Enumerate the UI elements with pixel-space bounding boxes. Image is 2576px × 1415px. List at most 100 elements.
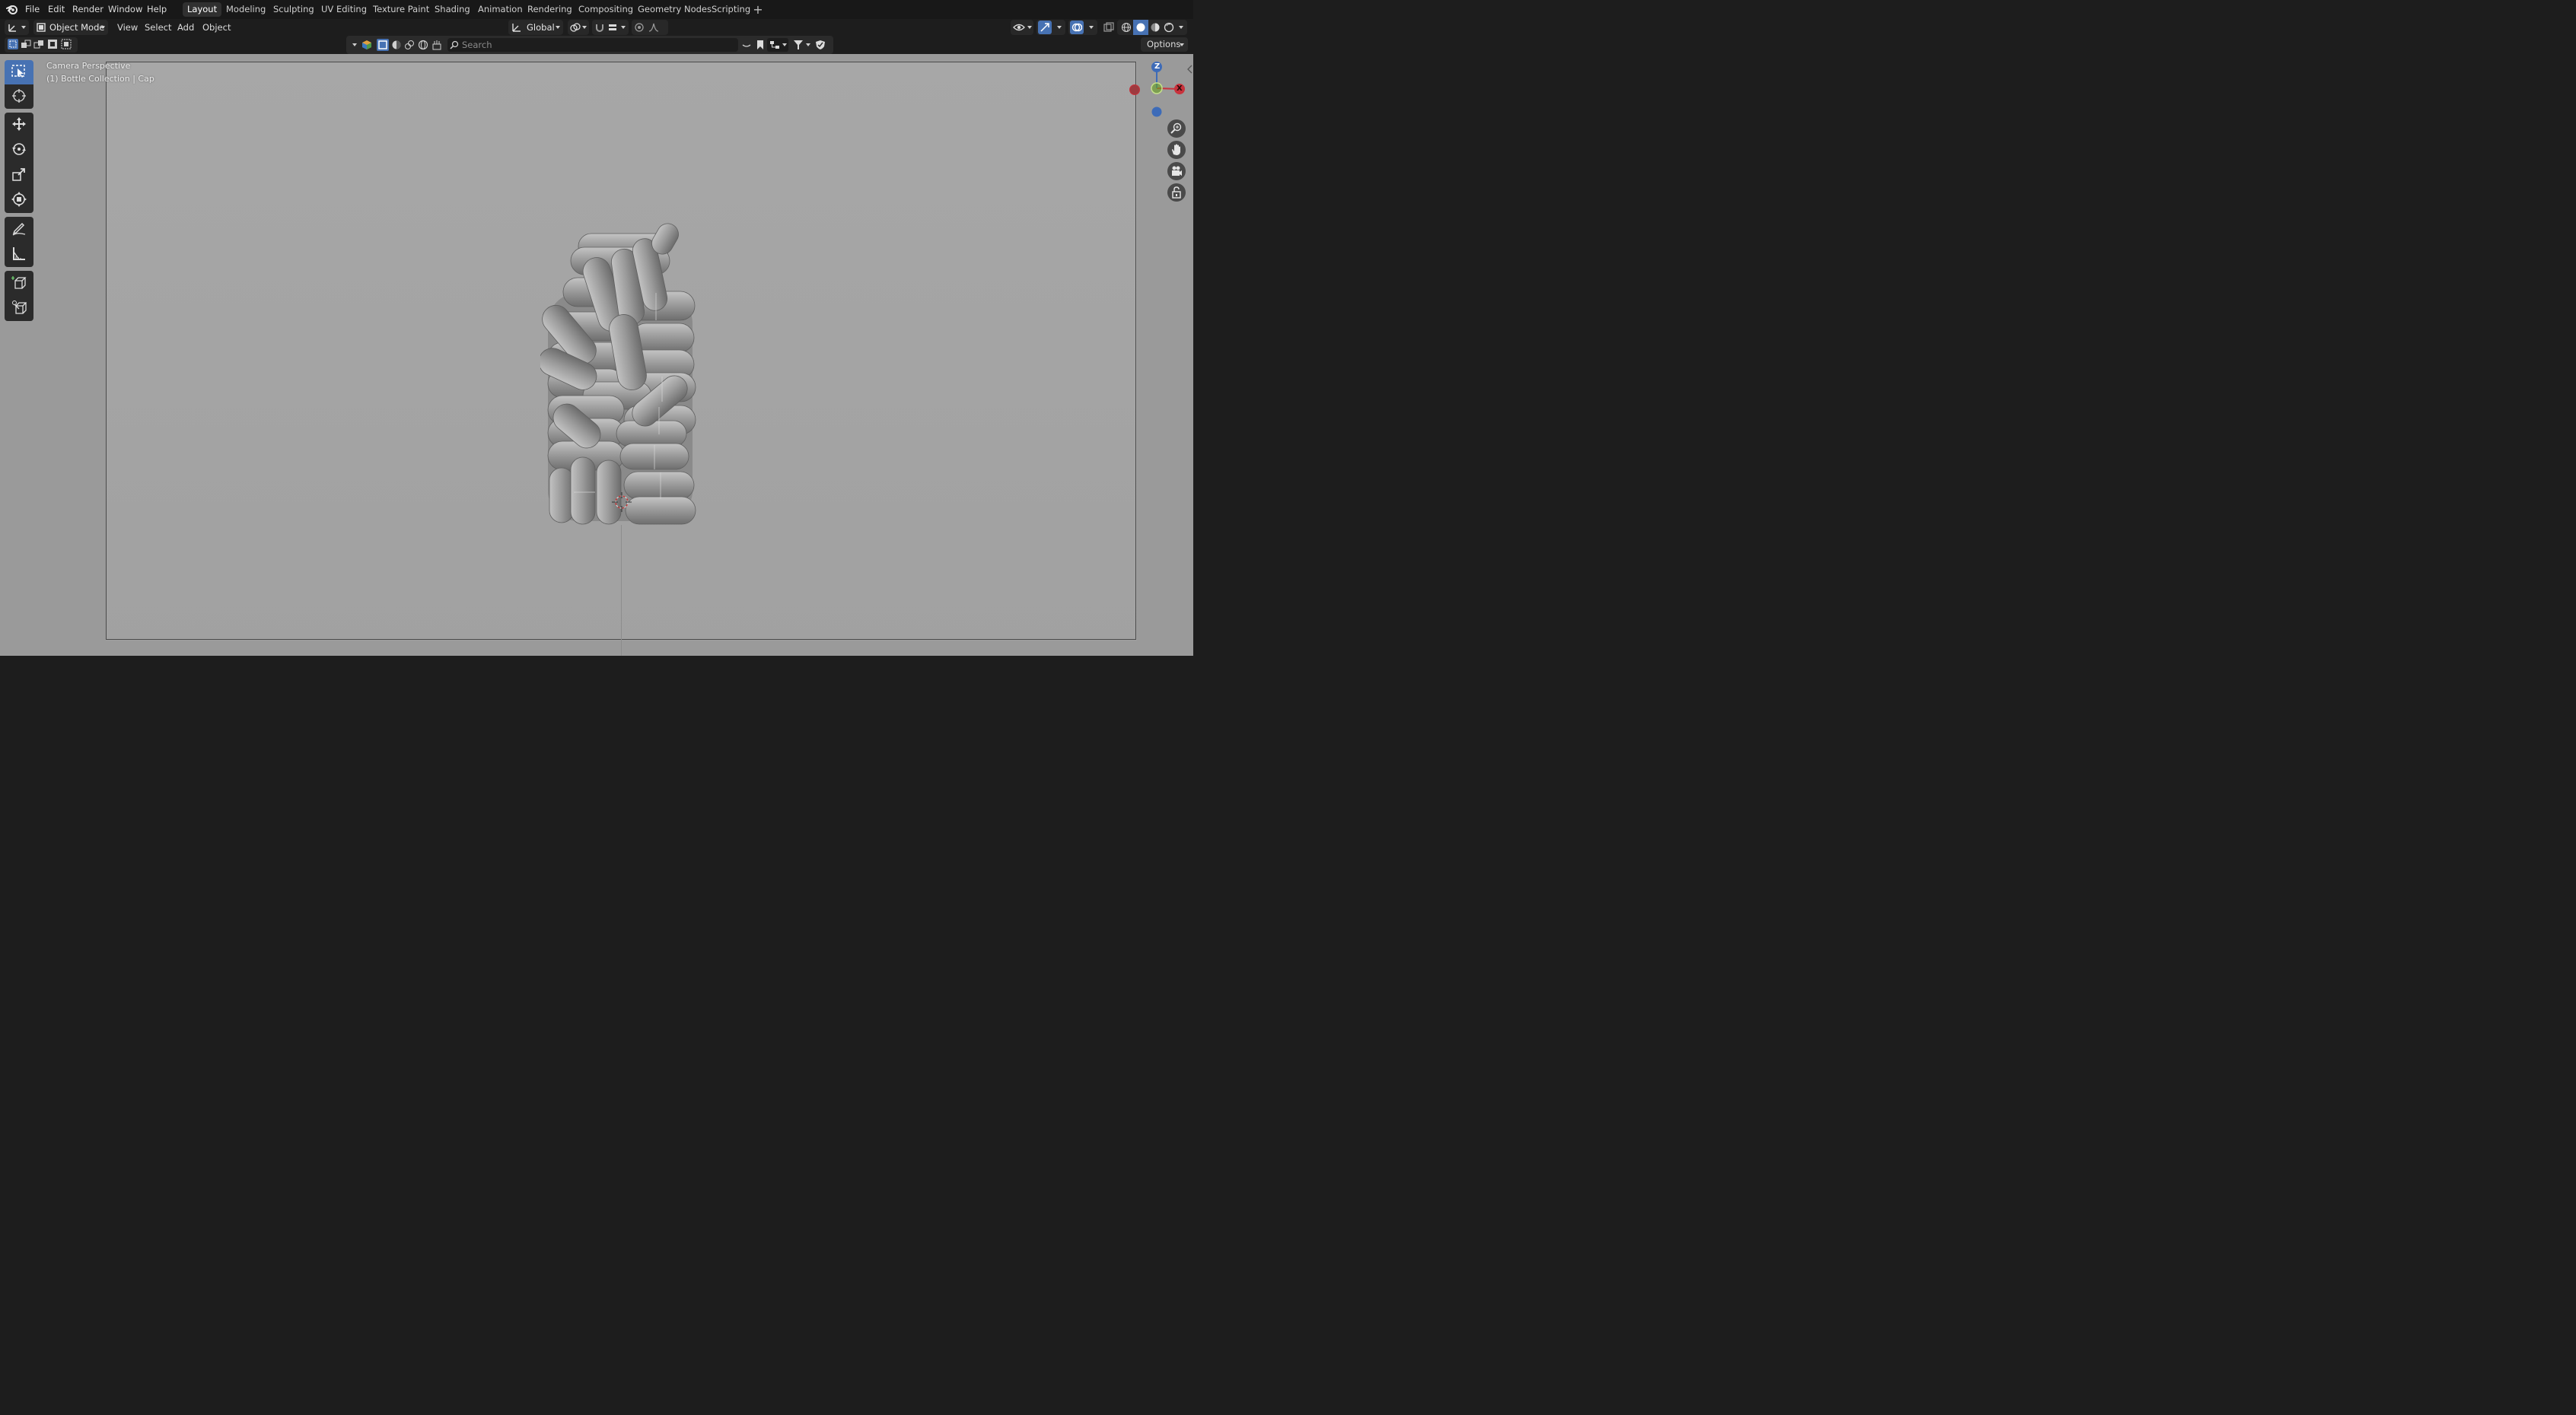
transform-orientation-icon <box>512 24 521 32</box>
knife-cube-icon <box>12 300 27 314</box>
menu-help[interactable]: Help <box>147 3 167 16</box>
orientation-label: Global <box>527 22 555 33</box>
measure-tool[interactable] <box>5 242 33 267</box>
orientation-dropdown[interactable]: Global <box>508 20 563 35</box>
select-new-icon[interactable] <box>8 39 18 49</box>
add-workspace-button[interactable]: + <box>753 2 763 17</box>
move-icon <box>12 117 26 131</box>
pan-button[interactable] <box>1167 141 1186 159</box>
menu-file[interactable]: File <box>25 3 40 16</box>
rendered-shading-icon[interactable] <box>1164 22 1174 33</box>
tab-modeling[interactable]: Modeling <box>221 2 270 17</box>
select-menu[interactable]: Select <box>145 21 171 34</box>
viewport-header: Object Mode View Select Add Object Globa… <box>0 19 1193 36</box>
gizmo-toggle[interactable] <box>1036 20 1065 35</box>
sort-dropdown[interactable] <box>767 38 788 52</box>
filter-objects-icon[interactable] <box>404 40 415 50</box>
bookmark-icon[interactable] <box>756 40 765 50</box>
shading-modes[interactable] <box>1117 20 1187 35</box>
knife-tool[interactable] <box>5 296 33 321</box>
3d-cursor-icon[interactable] <box>612 492 632 512</box>
shading-dropdown-icon[interactable] <box>741 40 752 51</box>
falloff-curve-icon <box>648 23 659 32</box>
pivot-point-dropdown[interactable] <box>568 20 589 35</box>
camera-icon <box>1172 166 1182 176</box>
move-tool[interactable] <box>5 113 33 138</box>
xray-toggle-icon[interactable] <box>1103 22 1114 33</box>
hierarchy-icon <box>770 41 779 49</box>
restrict-select-icon[interactable] <box>378 40 387 49</box>
add-cube-tool[interactable] <box>5 271 33 296</box>
editor-type-button[interactable] <box>5 20 29 35</box>
select-intersect-icon[interactable] <box>61 39 72 49</box>
select-subtract-icon[interactable] <box>33 39 44 49</box>
overlays-toggle[interactable] <box>1068 20 1097 35</box>
filter-dropdown[interactable] <box>791 38 813 52</box>
transform-icon <box>11 192 27 207</box>
object-mode-icon <box>37 23 46 32</box>
tab-sculpting[interactable]: Sculpting <box>269 2 319 17</box>
annotate-pencil-icon <box>12 222 26 236</box>
tab-animation[interactable]: Animation <box>473 2 527 17</box>
tab-shading[interactable]: Shading <box>430 2 475 17</box>
pill-capsules-model[interactable] <box>540 217 708 536</box>
view-name: Camera Perspective <box>46 61 131 71</box>
rotate-tool[interactable] <box>5 138 33 163</box>
proportional-edit-controls[interactable] <box>632 20 668 35</box>
rotate-icon <box>12 143 26 155</box>
options-button[interactable]: Options <box>1141 37 1188 52</box>
select-extend-icon[interactable] <box>21 39 31 49</box>
tab-uv-editing[interactable]: UV Editing <box>317 2 371 17</box>
scene-icon[interactable] <box>361 40 372 50</box>
options-label: Options <box>1147 39 1181 49</box>
snap-increment-icon <box>609 24 616 30</box>
zoom-icon <box>1170 122 1182 134</box>
tab-scripting[interactable]: Scripting <box>707 2 755 17</box>
scale-tool[interactable] <box>5 163 33 188</box>
object-menu[interactable]: Object <box>202 21 231 34</box>
select-invert-icon[interactable] <box>47 39 58 49</box>
cursor-tool-icon <box>12 89 26 103</box>
editor-type-icon <box>8 24 16 32</box>
camera-passepartout-right <box>1137 54 1193 656</box>
search-icon <box>450 40 459 49</box>
menu-render[interactable]: Render <box>72 3 103 16</box>
gizmo-z-label: Z <box>1154 62 1161 71</box>
measure-ruler-icon <box>13 247 25 260</box>
tab-geometry-nodes[interactable]: Geometry Nodes <box>633 2 716 17</box>
menu-window[interactable]: Window <box>108 3 142 16</box>
mode-dropdown[interactable]: Object Mode <box>33 20 108 35</box>
search-field[interactable]: Search <box>447 38 738 52</box>
sidebar-toggle-icon[interactable] <box>1186 65 1192 74</box>
add-menu[interactable]: Add <box>177 21 194 34</box>
camera-passepartout-top <box>106 54 1137 62</box>
wireframe-shading-icon[interactable] <box>1121 22 1132 33</box>
lock-camera-button[interactable] <box>1167 183 1186 202</box>
tab-rendering[interactable]: Rendering <box>523 2 577 17</box>
proportional-edit-icon <box>635 23 644 32</box>
tab-texture-paint[interactable]: Texture Paint <box>368 2 434 17</box>
blender-logo-icon[interactable] <box>6 3 18 15</box>
annotate-tool[interactable] <box>5 217 33 242</box>
display-mode-icon[interactable] <box>391 40 402 50</box>
zoom-button[interactable] <box>1167 119 1186 138</box>
visibility-dropdown[interactable] <box>1011 20 1033 35</box>
menu-edit[interactable]: Edit <box>48 3 65 16</box>
view-menu[interactable]: View <box>117 21 138 34</box>
pivot-icon <box>570 23 581 32</box>
select-box-tool[interactable] <box>5 60 33 84</box>
top-bar: File Edit Render Window Help Layout Mode… <box>0 0 1193 19</box>
snap-controls[interactable] <box>592 20 629 35</box>
brush-icon[interactable] <box>431 40 442 50</box>
world-icon[interactable] <box>418 40 428 50</box>
tab-compositing[interactable]: Compositing <box>574 2 638 17</box>
material-shading-icon[interactable] <box>1150 22 1161 33</box>
shield-icon[interactable] <box>815 40 826 50</box>
solid-shading-icon[interactable] <box>1135 22 1146 33</box>
cursor-tool[interactable] <box>5 84 33 109</box>
transform-tool[interactable] <box>5 188 33 213</box>
tab-layout[interactable]: Layout <box>183 2 222 17</box>
gizmo-x-label: X <box>1177 84 1183 93</box>
camera-view-button[interactable] <box>1167 162 1186 180</box>
origin-axis-line <box>621 525 622 656</box>
